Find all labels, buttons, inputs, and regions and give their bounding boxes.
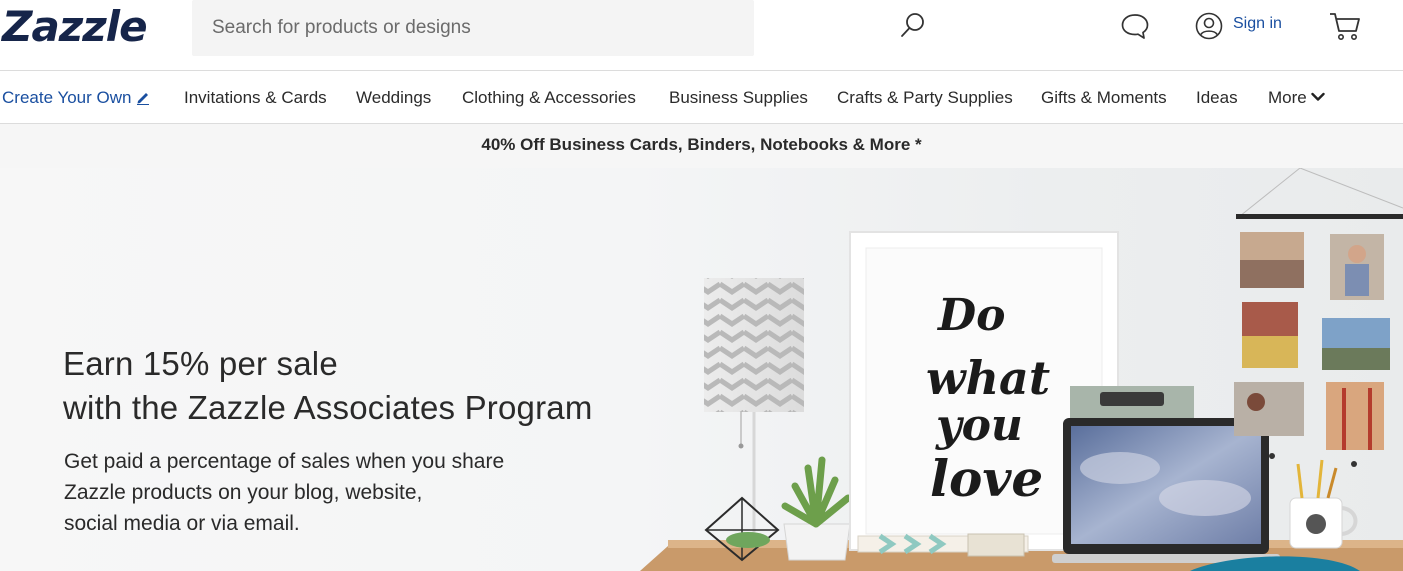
poster-line-do: Do: [936, 290, 1006, 341]
search-bar: [192, 0, 924, 56]
poster-line-love: love: [930, 449, 1043, 508]
nav-crafts-party-supplies[interactable]: Crafts & Party Supplies: [837, 88, 1013, 108]
nav-gifts-moments[interactable]: Gifts & Moments: [1041, 88, 1167, 108]
pencil-icon: [137, 93, 150, 105]
chat-button[interactable]: [1120, 11, 1150, 41]
laptop-image: [1052, 418, 1280, 563]
hero-description: Get paid a percentage of sales when you …: [64, 446, 504, 539]
nav-create-your-own[interactable]: Create Your Own: [2, 88, 150, 108]
poster-line-what: what: [926, 351, 1050, 405]
hero-heading: Earn 15% per sale with the Zazzle Associ…: [63, 342, 593, 430]
nav-weddings[interactable]: Weddings: [356, 88, 431, 108]
hero-title-line: Earn 15% per sale: [63, 345, 338, 382]
nav-clothing-accessories[interactable]: Clothing & Accessories: [462, 88, 636, 108]
search-icon: [901, 13, 924, 37]
promo-bar: 40% Off Business Cards, Binders, Noteboo…: [0, 124, 1403, 168]
hero-title-line: with the Zazzle Associates Program: [63, 389, 593, 426]
cart-button[interactable]: [1328, 10, 1362, 42]
search-button[interactable]: [892, 10, 932, 40]
mug-image: [1289, 459, 1358, 549]
cart-icon: [1330, 13, 1360, 40]
account-button[interactable]: [1195, 12, 1223, 40]
hero-body-line: social media or via email.: [64, 512, 300, 535]
nav-item-label: More: [1268, 88, 1307, 107]
sign-in-link[interactable]: Sign in: [1233, 15, 1282, 33]
search-input[interactable]: [192, 0, 692, 56]
zazzle-logo[interactable]: Zazzle: [2, 2, 148, 51]
chat-icon: [1121, 14, 1149, 39]
nav-ideas[interactable]: Ideas: [1196, 88, 1238, 108]
site-header: Zazzle Sign in: [0, 0, 1403, 70]
photo-wall-image: [1234, 168, 1403, 467]
poster-line-you: you: [935, 400, 1023, 451]
hero-body-line: Zazzle products on your blog, website,: [64, 481, 423, 504]
promo-link[interactable]: 40% Off Business Cards, Binders, Noteboo…: [481, 135, 921, 155]
nav-business-supplies[interactable]: Business Supplies: [669, 88, 808, 108]
lamp-image: [704, 278, 804, 540]
nav-more[interactable]: More: [1268, 88, 1325, 108]
account-icon: [1195, 12, 1223, 40]
nav-invitations-cards[interactable]: Invitations & Cards: [184, 88, 327, 108]
hero-body-line: Get paid a percentage of sales when you …: [64, 450, 505, 473]
category-nav: Create Your Own Invitations & Cards Wedd…: [0, 70, 1403, 124]
plant-pot-image: [781, 456, 852, 561]
nav-item-label: Create Your Own: [2, 88, 132, 107]
hero-banner[interactable]: Do what you love Earn 15% per sale with …: [0, 168, 1403, 571]
chevron-down-icon: [1311, 92, 1325, 101]
